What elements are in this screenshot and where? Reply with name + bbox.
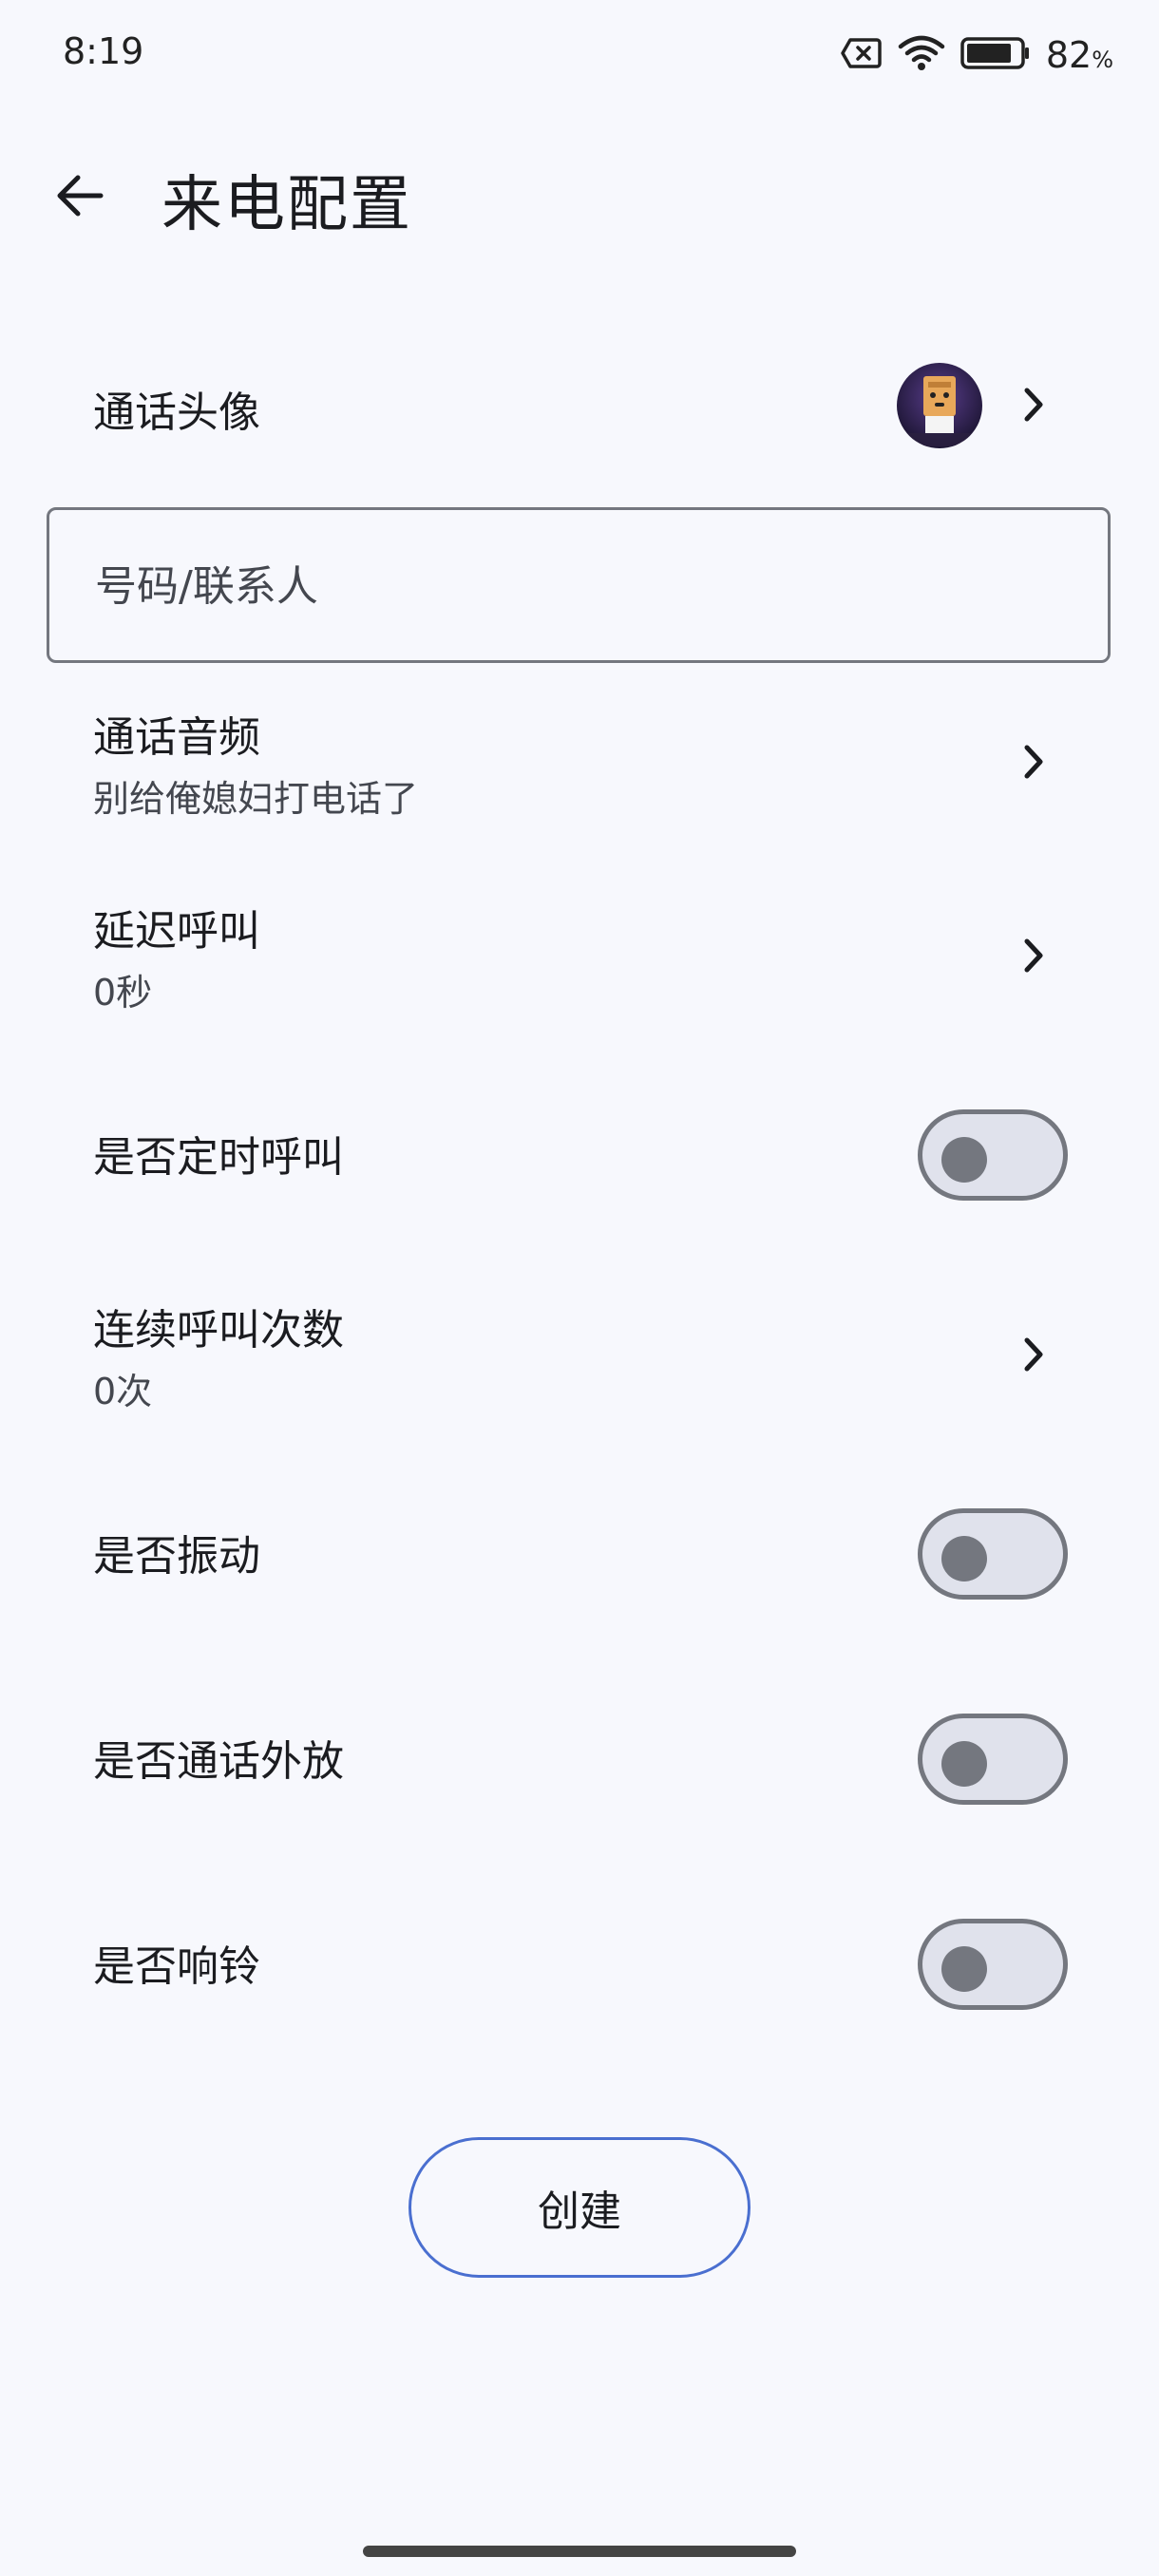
speaker-toggle[interactable] xyxy=(918,1714,1068,1805)
toggle-knob xyxy=(941,1536,987,1582)
battery-value: 82 xyxy=(1045,34,1092,76)
repeat-count-label: 连续呼叫次数 xyxy=(93,1306,344,1354)
toggle-knob xyxy=(941,1741,987,1787)
delay-call-row[interactable]: 延迟呼叫 0秒 xyxy=(0,883,1159,1045)
toggle-knob xyxy=(941,1946,987,1992)
back-button[interactable] xyxy=(42,160,118,236)
ring-row: 是否响铃 xyxy=(0,1892,1159,2035)
call-audio-value: 别给俺媳妇打电话了 xyxy=(93,778,419,820)
toggle-knob xyxy=(941,1137,987,1183)
chevron-right-icon xyxy=(1013,935,1054,976)
delay-call-value: 0秒 xyxy=(93,972,153,1013)
scheduled-call-label: 是否定时呼叫 xyxy=(93,1133,344,1182)
avatar[interactable] xyxy=(897,363,982,448)
scheduled-call-toggle[interactable] xyxy=(918,1109,1068,1201)
status-time: 8:19 xyxy=(63,30,144,72)
vibrate-toggle[interactable] xyxy=(918,1508,1068,1600)
create-button[interactable]: 创建 xyxy=(408,2137,750,2278)
ring-toggle[interactable] xyxy=(918,1919,1068,2010)
status-icons: 82% xyxy=(841,34,1113,76)
speaker-row: 是否通话外放 xyxy=(0,1687,1159,1829)
sim-error-icon xyxy=(841,37,883,73)
arrow-left-icon xyxy=(53,169,106,226)
call-audio-label: 通话音频 xyxy=(93,713,260,762)
ring-label: 是否响铃 xyxy=(93,1942,260,1991)
repeat-count-value: 0次 xyxy=(93,1371,153,1412)
status-bar: 8:19 82% xyxy=(0,0,1159,114)
chevron-right-icon xyxy=(1013,1334,1054,1375)
scheduled-call-row: 是否定时呼叫 xyxy=(0,1083,1159,1225)
battery-percentage: 82% xyxy=(1046,34,1113,76)
page-title: 来电配置 xyxy=(162,170,412,240)
battery-unit: % xyxy=(1092,47,1113,73)
call-avatar-row[interactable]: 通话头像 xyxy=(0,323,1159,484)
vibrate-label: 是否振动 xyxy=(93,1532,260,1581)
delay-call-label: 延迟呼叫 xyxy=(93,907,260,956)
call-avatar-label: 通话头像 xyxy=(93,388,260,437)
repeat-count-row[interactable]: 连续呼叫次数 0次 xyxy=(0,1282,1159,1444)
chevron-right-icon xyxy=(1013,384,1054,426)
chevron-right-icon xyxy=(1013,741,1054,783)
number-contact-field-container xyxy=(47,507,1111,663)
number-contact-input[interactable] xyxy=(93,510,1047,662)
speaker-label: 是否通话外放 xyxy=(93,1737,344,1786)
top-app-bar: 来电配置 xyxy=(0,133,1159,256)
wifi-icon xyxy=(898,35,945,75)
vibrate-row: 是否振动 xyxy=(0,1482,1159,1624)
call-audio-row[interactable]: 通话音频 别给俺媳妇打电话了 xyxy=(0,688,1159,849)
home-indicator[interactable] xyxy=(363,2546,796,2557)
battery-icon xyxy=(960,36,1031,74)
